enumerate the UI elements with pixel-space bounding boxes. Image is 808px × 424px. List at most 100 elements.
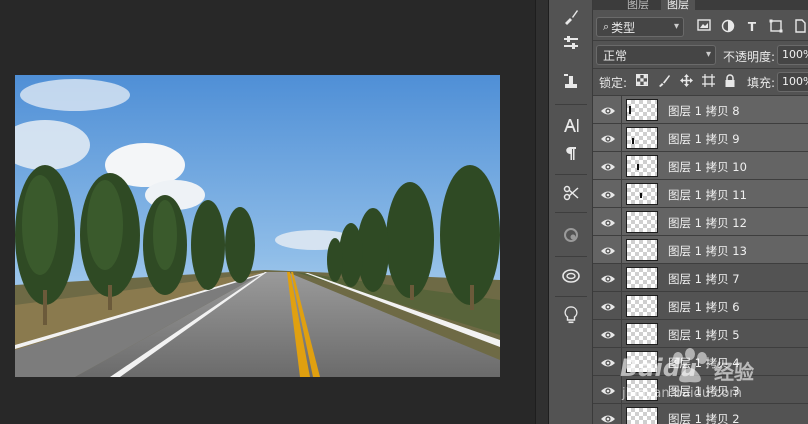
layer-row[interactable]: 图层 1 拷贝 9 <box>593 124 808 152</box>
layer-thumbnail[interactable] <box>626 99 658 121</box>
layer-row[interactable]: 图层 1 拷贝 13 <box>593 236 808 264</box>
thumbnail-content <box>637 164 639 170</box>
layer-thumbnail[interactable] <box>626 183 658 205</box>
type-filter-icon[interactable]: T <box>744 19 760 35</box>
layer-row[interactable]: 图层 1 拷贝 5 <box>593 320 808 348</box>
layer-list: 图层 1 拷贝 8 图层 1 拷贝 9 图层 1 拷贝 10 图层 1 拷贝 11 图层… <box>593 96 808 424</box>
divider <box>593 68 808 69</box>
divider <box>593 40 808 41</box>
tool-separator <box>555 212 587 213</box>
paragraph-icon[interactable] <box>557 140 585 166</box>
layer-thumbnail[interactable] <box>626 239 658 261</box>
lock-image-pixels-icon[interactable] <box>657 74 671 88</box>
column-divider <box>621 236 622 264</box>
column-divider <box>621 292 622 320</box>
layer-name[interactable]: 图层 1 拷贝 9 <box>668 131 740 147</box>
learn-bulb-icon[interactable] <box>557 302 585 328</box>
layer-row[interactable]: 图层 1 拷贝 3 <box>593 376 808 404</box>
layer-row[interactable]: 图层 1 拷贝 8 <box>593 96 808 124</box>
visibility-eye-icon[interactable] <box>600 131 616 145</box>
layer-row[interactable]: 图层 1 拷贝 6 <box>593 292 808 320</box>
tab-layers[interactable]: 图层 <box>661 0 695 11</box>
visibility-eye-icon[interactable] <box>600 103 616 117</box>
layer-name[interactable]: 图层 1 拷贝 13 <box>668 243 747 259</box>
layer-row[interactable]: 图层 1 拷贝 11 <box>593 180 808 208</box>
visibility-eye-icon[interactable] <box>600 327 616 341</box>
tool-separator <box>555 104 587 105</box>
lock-all-icon[interactable] <box>723 74 737 88</box>
tab-channels[interactable]: 图层 <box>621 0 655 11</box>
visibility-eye-icon[interactable] <box>600 411 616 424</box>
layer-name[interactable]: 图层 1 拷贝 11 <box>668 187 747 203</box>
creative-cloud-icon[interactable] <box>557 262 585 288</box>
panel-tab-bar: 图层 图层 <box>593 0 808 11</box>
visibility-eye-icon[interactable] <box>600 187 616 201</box>
fill-input[interactable]: 100% <box>777 72 808 92</box>
column-divider <box>621 152 622 180</box>
layer-name[interactable]: 图层 1 拷贝 4 <box>668 355 740 371</box>
3d-icon[interactable] <box>557 222 585 248</box>
character-icon[interactable] <box>557 112 585 138</box>
brush-settings-icon[interactable] <box>557 4 585 30</box>
visibility-eye-icon[interactable] <box>600 215 616 229</box>
layer-name[interactable]: 图层 1 拷贝 12 <box>668 215 747 231</box>
visibility-eye-icon[interactable] <box>600 159 616 173</box>
visibility-eye-icon[interactable] <box>600 383 616 397</box>
layer-name[interactable]: 图层 1 拷贝 6 <box>668 299 740 315</box>
column-divider <box>621 124 622 152</box>
smart-object-filter-icon[interactable] <box>792 19 808 35</box>
visibility-eye-icon[interactable] <box>600 271 616 285</box>
column-divider <box>621 180 622 208</box>
fill-label: 填充: <box>747 76 776 90</box>
layer-filter-kind-select[interactable]: ⌕ 类型 ▾ <box>596 17 684 37</box>
blend-mode-select[interactable]: 正常 ▾ <box>596 45 716 65</box>
layer-name[interactable]: 图层 1 拷贝 3 <box>668 383 740 399</box>
visibility-eye-icon[interactable] <box>600 355 616 369</box>
column-divider <box>621 208 622 236</box>
search-icon: ⌕ <box>603 20 610 33</box>
layer-name[interactable]: 图层 1 拷贝 8 <box>668 103 740 119</box>
column-divider <box>621 264 622 292</box>
adjust-sliders-icon[interactable] <box>557 30 585 56</box>
canvas-area[interactable] <box>0 0 535 424</box>
column-divider <box>621 320 622 348</box>
road-photo <box>15 75 500 377</box>
visibility-eye-icon[interactable] <box>600 243 616 257</box>
lock-artboard-icon[interactable] <box>701 74 715 88</box>
layer-row[interactable]: 图层 1 拷贝 10 <box>593 152 808 180</box>
lock-position-icon[interactable] <box>679 74 693 88</box>
layer-thumbnail[interactable] <box>626 351 658 373</box>
dock-separator[interactable] <box>535 0 549 424</box>
layer-thumbnail[interactable] <box>626 323 658 345</box>
layer-row[interactable]: 图层 1 拷贝 4 <box>593 348 808 376</box>
layer-thumbnail[interactable] <box>626 211 658 233</box>
column-divider <box>621 348 622 376</box>
layer-thumbnail[interactable] <box>626 155 658 177</box>
shape-filter-icon[interactable] <box>768 19 784 35</box>
tool-separator <box>555 256 587 257</box>
filter-kind-label: 类型 <box>611 20 636 35</box>
layer-row[interactable]: 图层 1 拷贝 2 <box>593 404 808 424</box>
layer-name[interactable]: 图层 1 拷贝 5 <box>668 327 740 343</box>
layer-thumbnail[interactable] <box>626 379 658 401</box>
opacity-input[interactable]: 100% <box>777 45 808 65</box>
visibility-eye-icon[interactable] <box>600 299 616 313</box>
document-image[interactable] <box>15 75 500 377</box>
layer-thumbnail[interactable] <box>626 267 658 289</box>
lock-label: 锁定: <box>599 76 628 90</box>
layer-row[interactable]: 图层 1 拷贝 7 <box>593 264 808 292</box>
tool-presets-icon[interactable] <box>557 180 585 206</box>
layer-thumbnail[interactable] <box>626 295 658 317</box>
layer-name[interactable]: 图层 1 拷贝 2 <box>668 411 740 424</box>
layer-row[interactable]: 图层 1 拷贝 12 <box>593 208 808 236</box>
layer-name[interactable]: 图层 1 拷贝 10 <box>668 159 747 175</box>
layer-thumbnail[interactable] <box>626 127 658 149</box>
layer-name[interactable]: 图层 1 拷贝 7 <box>668 271 740 287</box>
pixel-filter-icon[interactable] <box>696 19 712 35</box>
clone-source-icon[interactable] <box>557 68 585 94</box>
lock-transparent-pixels-icon[interactable] <box>635 74 649 88</box>
tool-separator <box>555 296 587 297</box>
opacity-label: 不透明度: <box>723 50 776 64</box>
layer-thumbnail[interactable] <box>626 407 658 424</box>
adjustment-filter-icon[interactable] <box>720 19 736 35</box>
